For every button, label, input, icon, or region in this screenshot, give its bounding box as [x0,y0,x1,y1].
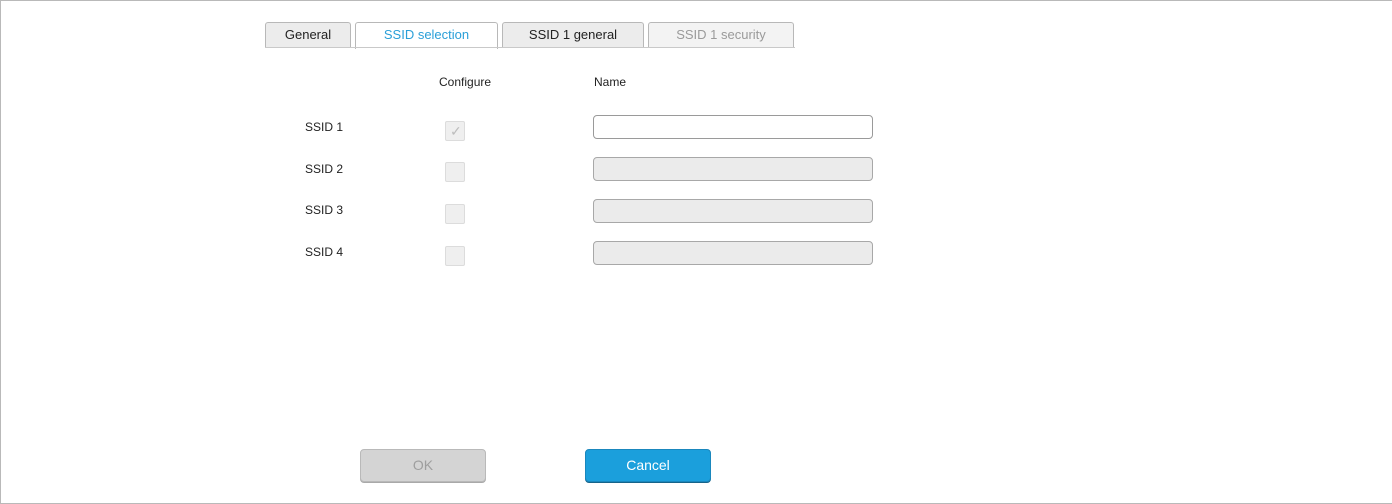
ssid-3-label: SSID 3 [305,203,344,217]
ssid-4-name-field [593,241,873,265]
ssid-2-label: SSID 2 [305,162,344,176]
ssid-4-configure-checkbox [445,246,465,266]
tab-ssid-1-security-label: SSID 1 security [676,27,766,42]
column-header-configure: Configure [439,75,492,89]
ssid-2-name-field [593,157,873,181]
ssid-3-configure-checkbox [445,204,465,224]
tab-ssid-selection-label: SSID selection [383,27,470,42]
tab-ssid-1-general-label: SSID 1 general [528,27,618,42]
ssid-1-label: SSID 1 [305,120,344,134]
ssid-4-label: SSID 4 [305,245,344,259]
tab-general-label: General [284,27,332,42]
ok-button: OK [360,449,486,482]
cancel-button[interactable]: Cancel [585,449,711,482]
ssid-3-name-field [593,199,873,223]
ssid-1-name-field[interactable] [593,115,873,139]
tab-ssid-1-general[interactable]: SSID 1 general [502,22,644,48]
ssid-2-configure-checkbox [445,162,465,182]
tab-ssid-selection[interactable]: SSID selection [355,22,498,49]
ssid-1-configure-checkbox: ✓ [445,121,465,141]
tab-ssid-1-security: SSID 1 security [648,22,794,48]
tab-bar: General SSID selection SSID 1 general SS… [265,22,825,49]
checkmark-icon: ✓ [450,123,462,139]
tab-divider [265,47,795,48]
tab-general[interactable]: General [265,22,351,48]
column-header-name: Name [594,75,627,89]
